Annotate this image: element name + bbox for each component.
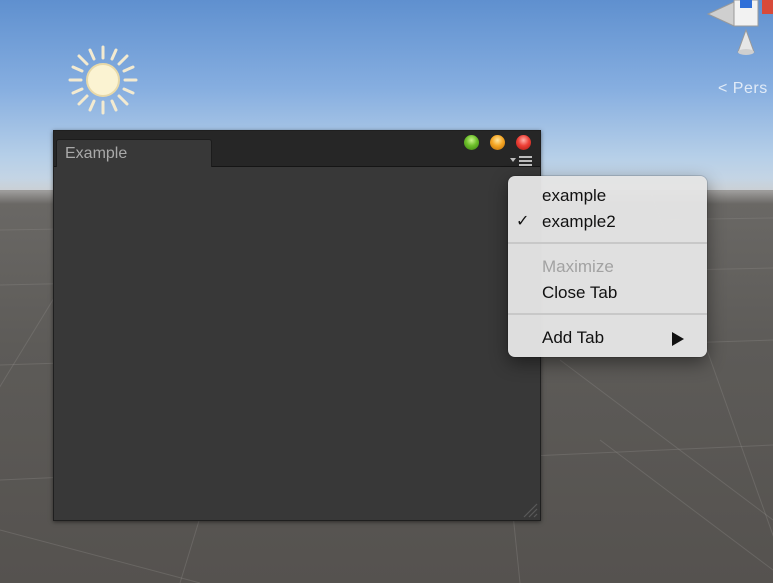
menu-item-label: example (542, 186, 607, 205)
tab-label: Example (65, 145, 128, 162)
menu-item-example2[interactable]: ✓ example2 (508, 210, 707, 234)
menu-separator (508, 313, 707, 315)
submenu-arrow-icon (672, 332, 684, 346)
editor-window: Example (53, 130, 541, 521)
menu-item-label: Add Tab (542, 328, 605, 347)
checkmark-icon: ✓ (516, 213, 530, 230)
menu-item-label: Close Tab (542, 283, 618, 302)
minimize-button[interactable] (490, 135, 505, 150)
resize-grip-icon[interactable] (522, 502, 538, 518)
menu-icon[interactable] (510, 154, 534, 166)
menu-item-add-tab[interactable]: Add Tab (508, 326, 707, 350)
scene-gizmo-icon[interactable] (700, 0, 773, 60)
zoom-button[interactable] (464, 135, 479, 150)
menu-item-label: example2 (542, 212, 616, 231)
menu-item-maximize: Maximize (508, 255, 707, 279)
sun-icon[interactable] (67, 44, 139, 116)
tab-example[interactable]: Example (56, 139, 212, 167)
menu-item-label: Maximize (542, 257, 614, 276)
menu-item-close-tab[interactable]: Close Tab (508, 281, 707, 305)
context-menu: example ✓ example2 Maximize Close Tab Ad… (508, 176, 707, 357)
window-titlebar: Example (54, 131, 540, 167)
menu-separator (508, 242, 707, 244)
menu-item-example[interactable]: example (508, 184, 707, 208)
perspective-label[interactable]: < Pers (718, 80, 768, 98)
close-button[interactable] (516, 135, 531, 150)
